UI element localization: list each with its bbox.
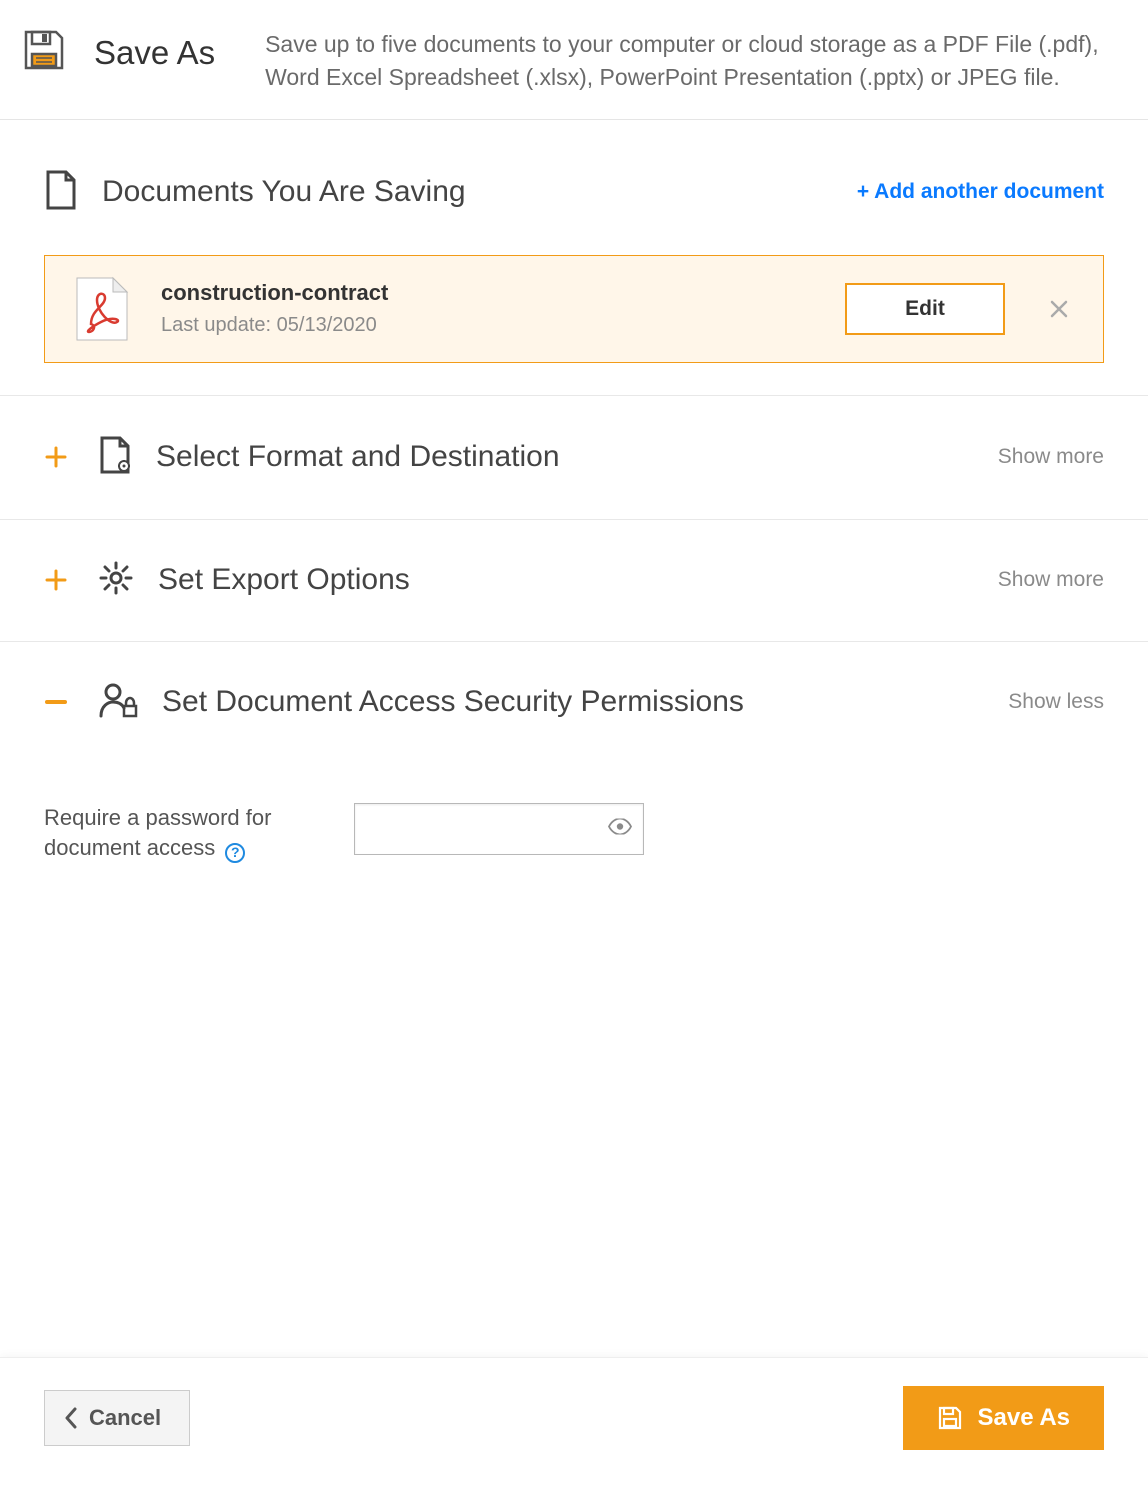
dialog-body: Documents You Are Saving + Add another d… [0,120,1148,1357]
security-section-body: Require a password for document access ? [0,763,1148,865]
security-toggle-label[interactable]: Show less [1008,690,1104,714]
document-card: construction-contract Last update: 05/13… [44,255,1104,363]
documents-section: Documents You Are Saving + Add another d… [0,120,1148,396]
dialog-header: Save As Save up to five documents to you… [0,0,1148,120]
save-icon [937,1405,963,1431]
chevron-left-icon [63,1407,79,1429]
save-icon [20,26,68,79]
format-section-header[interactable]: Select Format and Destination Show more [0,396,1148,520]
dialog-title: Save As [94,34,215,72]
export-section-title: Set Export Options [158,563,998,597]
format-section-title: Select Format and Destination [156,440,998,474]
document-icon [44,170,78,215]
file-settings-icon [98,436,132,479]
security-section-header[interactable]: Set Document Access Security Permissions… [0,642,1148,763]
documents-section-header: Documents You Are Saving + Add another d… [44,170,1104,215]
dialog-description: Save up to five documents to your comput… [265,28,1128,95]
save-as-button[interactable]: Save As [903,1386,1104,1450]
password-input[interactable] [354,803,644,855]
gear-icon [98,560,134,601]
documents-section-title: Documents You Are Saving [102,175,466,209]
password-field-label: Require a password for document access ? [44,803,344,865]
add-document-link[interactable]: + Add another document [857,180,1104,204]
format-toggle-label[interactable]: Show more [998,445,1104,469]
security-section-title: Set Document Access Security Permissions [162,685,1008,719]
help-icon[interactable]: ? [225,843,245,863]
remove-document-button[interactable] [1045,295,1073,323]
dialog-footer: Cancel Save As [0,1357,1148,1486]
edit-document-button[interactable]: Edit [845,283,1005,335]
expand-icon [44,446,68,468]
save-as-label: Save As [977,1404,1070,1432]
cancel-label: Cancel [89,1405,161,1431]
document-name: construction-contract [161,280,845,306]
show-password-icon[interactable] [608,818,632,839]
document-meta: Last update: 05/13/2020 [161,314,845,337]
cancel-button[interactable]: Cancel [44,1390,190,1446]
export-toggle-label[interactable]: Show more [998,568,1104,592]
export-section-header[interactable]: Set Export Options Show more [0,520,1148,642]
collapse-icon [44,691,68,713]
expand-icon [44,569,68,591]
pdf-file-icon [75,276,129,342]
user-lock-icon [98,682,138,723]
